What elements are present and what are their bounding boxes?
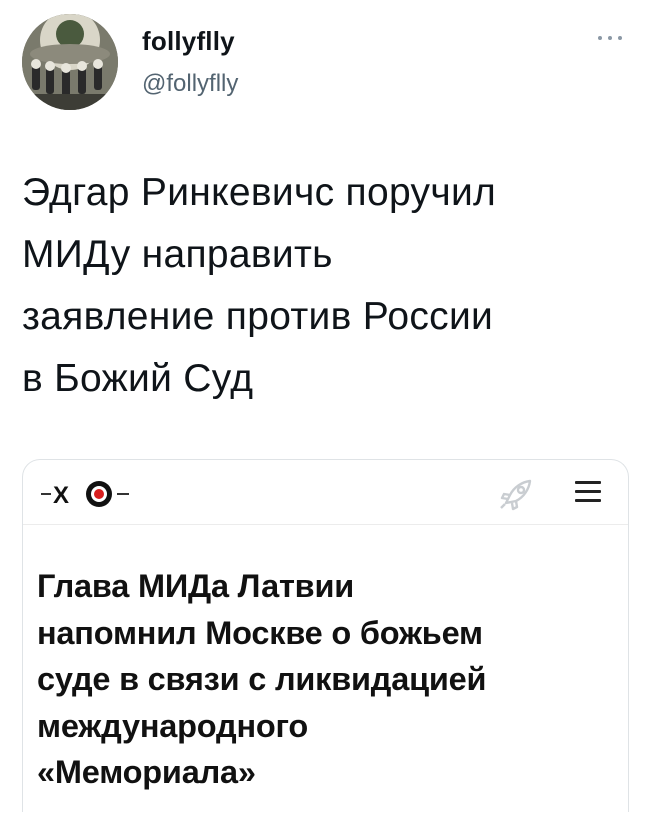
svg-text:Х: Х — [53, 482, 69, 509]
hamburger-menu-icon[interactable] — [575, 481, 601, 503]
headline-line: Глава МИДа Латвии — [37, 568, 355, 604]
avatar-image-icon — [22, 14, 118, 110]
tweet-text-line: Эдгар Ринкевичс поручил — [22, 171, 497, 214]
headline-line: суде в связи с ликвидацией — [37, 661, 487, 697]
tweet-text: Эдгар Ринкевичс поручил МИДу направить з… — [22, 162, 632, 410]
tweet-text-line: в Божий Суд — [22, 357, 254, 400]
headline-line: международного — [37, 707, 309, 744]
more-options-icon[interactable] — [594, 30, 626, 46]
tweet-text-line: МИДу направить — [22, 233, 333, 276]
user-handle[interactable]: @follyflly — [142, 70, 238, 98]
link-card[interactable]: Х Глава МИДа Латвии напомнил Москве о бо… — [22, 459, 629, 812]
headline-line: напомнил Москве о божьем — [37, 614, 483, 651]
headline-line: «Мемориала» — [37, 754, 256, 790]
card-site-header: Х — [23, 460, 628, 525]
rocket-icon[interactable] — [497, 476, 535, 512]
logo-icon: Х — [41, 481, 129, 509]
tweet-text-line: заявление против России — [22, 295, 494, 338]
card-headline: Глава МИДа Латвии напомнил Москве о божь… — [37, 563, 622, 796]
avatar[interactable] — [22, 14, 118, 110]
tweet: follyflly @follyflly Эдгар Ринкевичс пор… — [0, 0, 651, 822]
display-name[interactable]: follyflly — [142, 26, 235, 57]
